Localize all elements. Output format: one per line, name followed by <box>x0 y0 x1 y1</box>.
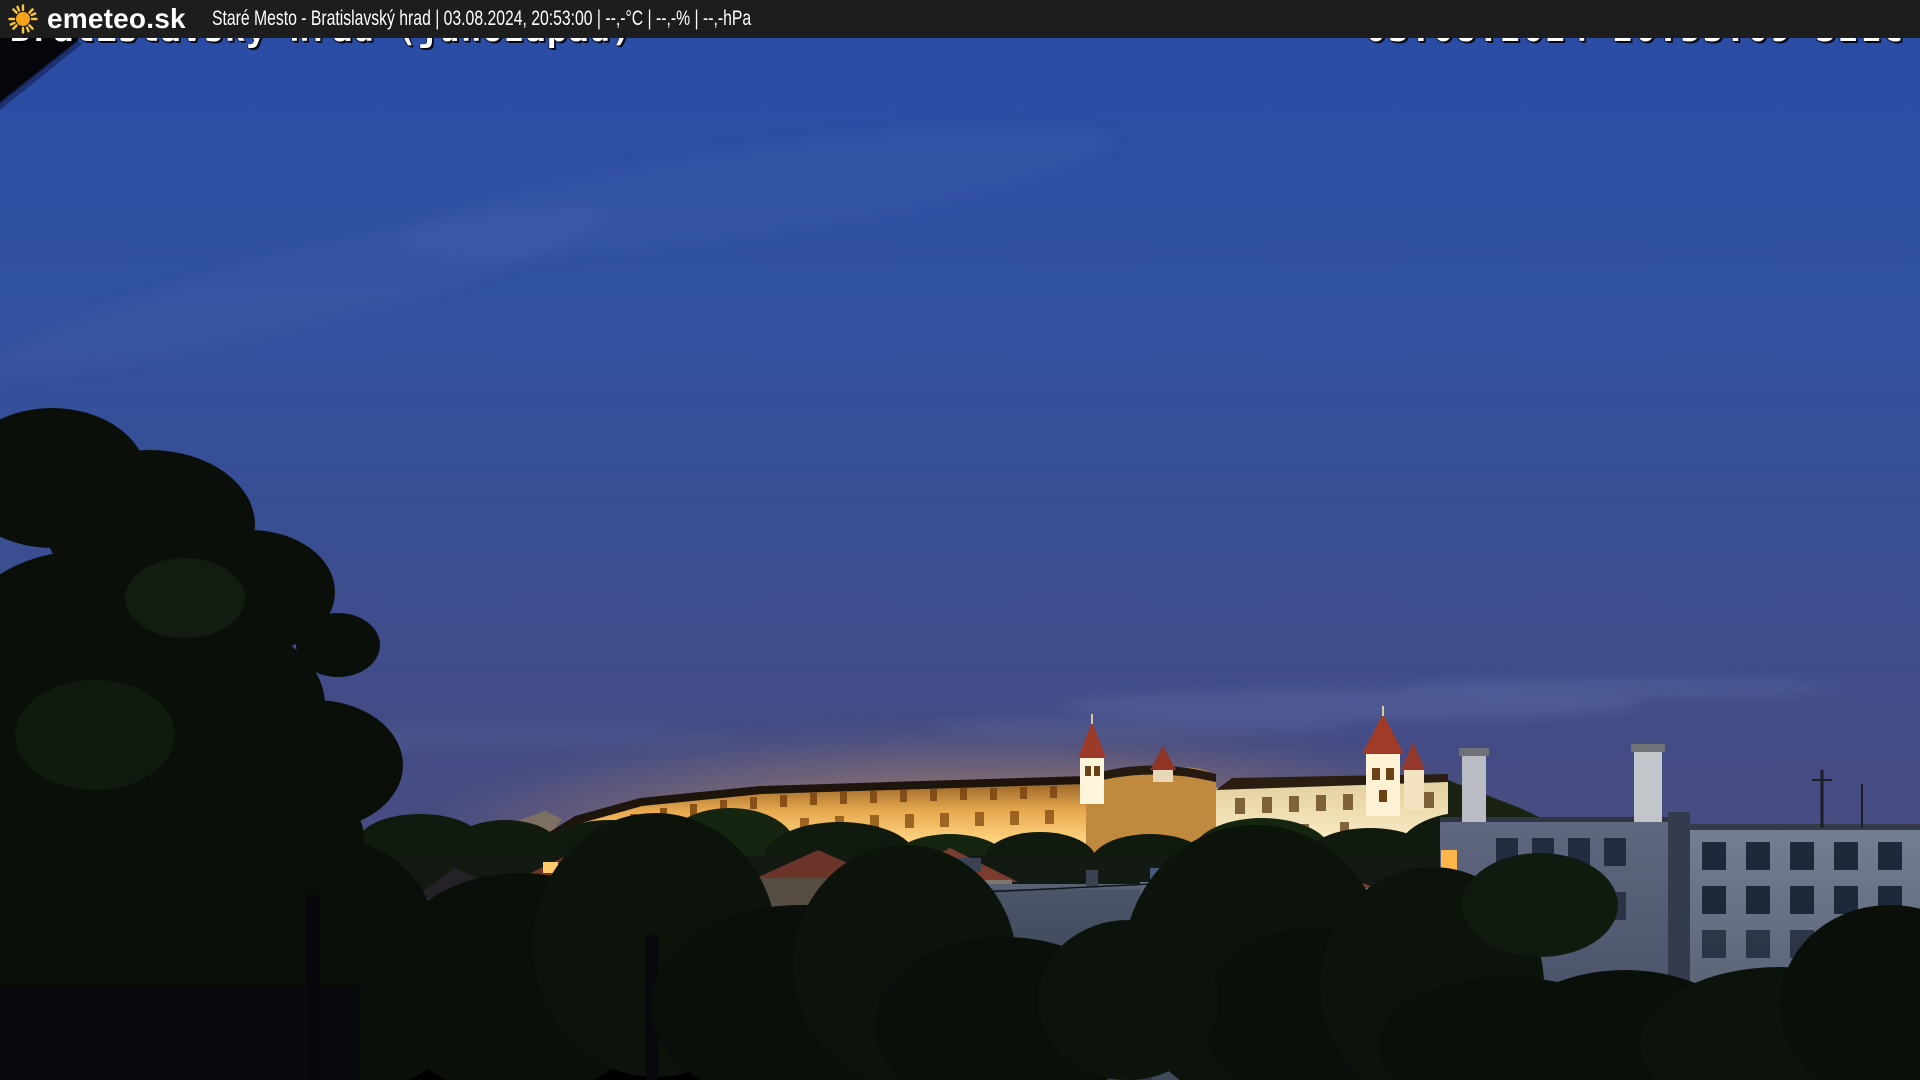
station-info: Staré Mesto - Bratislavský hrad | 03.08.… <box>211 7 751 30</box>
header-bar: emeteo.sk Staré Mesto - Bratislavský hra… <box>0 0 1920 38</box>
logo-text: emeteo.sk <box>47 3 186 34</box>
sun-icon <box>8 4 38 34</box>
site-logo[interactable]: emeteo.sk <box>8 3 186 35</box>
webcam-image[interactable] <box>0 0 1920 1080</box>
